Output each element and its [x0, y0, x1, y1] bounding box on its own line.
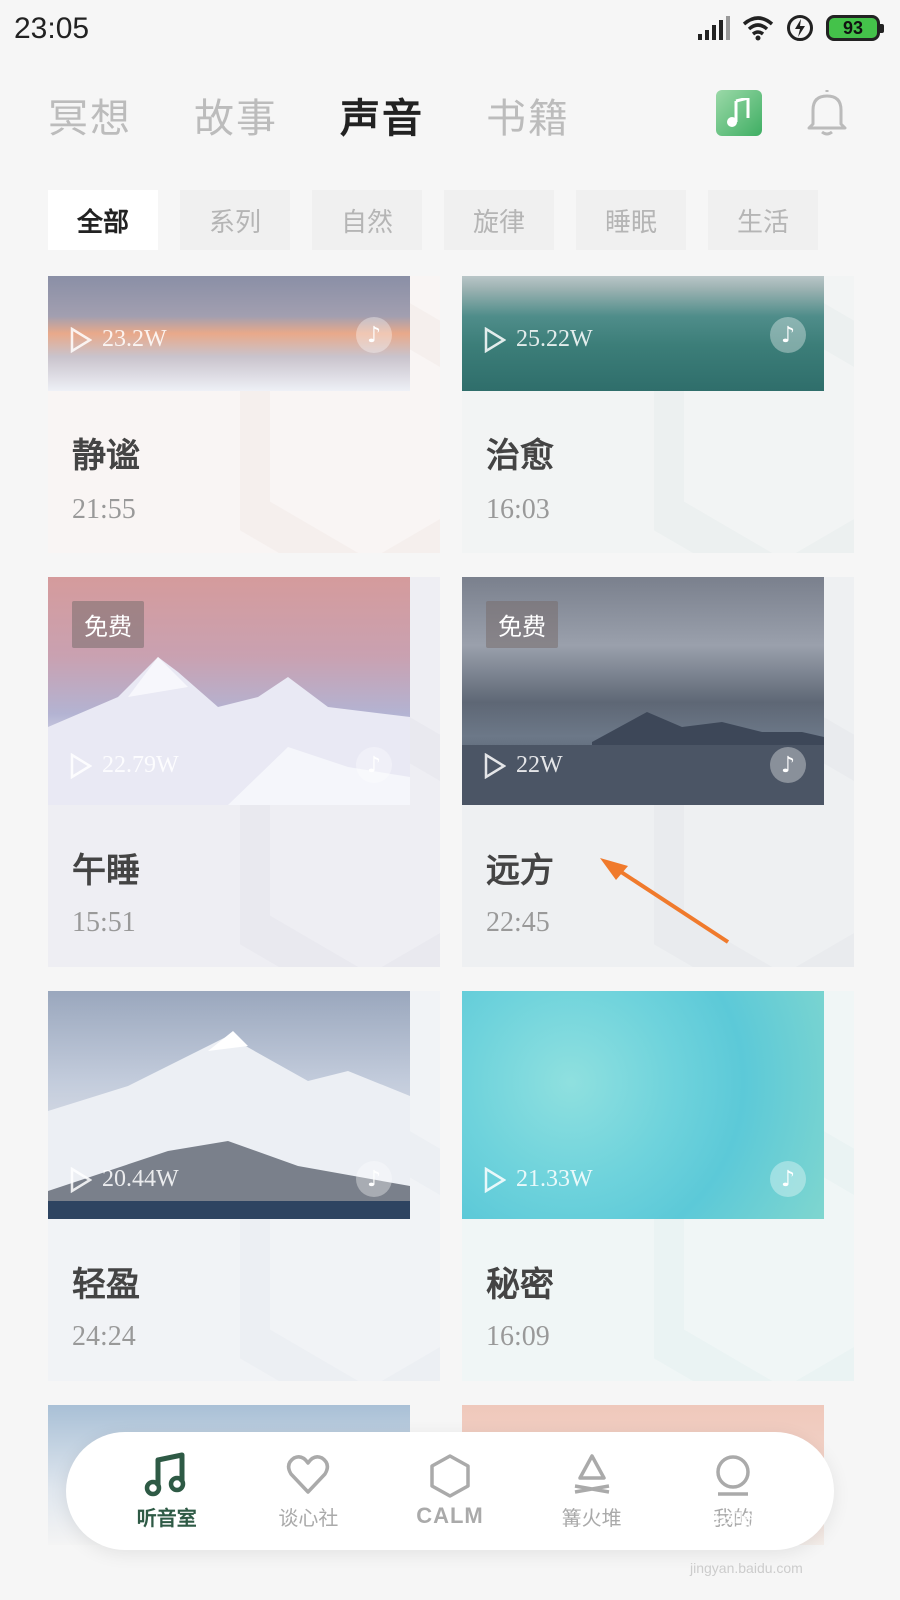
music-note-icon: ♪ [356, 747, 392, 783]
play-icon [484, 752, 506, 779]
play-count-value: 25.22W [516, 326, 593, 352]
filter-all[interactable]: 全部 [48, 190, 158, 250]
filter-series[interactable]: 系列 [180, 190, 290, 250]
wifi-icon [742, 16, 774, 41]
card-thumbnail: 21.33W ♪ [462, 991, 824, 1219]
music-note-icon: ♪ [770, 747, 806, 783]
music-note-icon [727, 98, 750, 127]
watermark-url: jingyan.baidu.com [690, 1560, 803, 1576]
play-count: 22.79W [70, 752, 179, 779]
play-count-value: 22W [516, 752, 563, 778]
status-time: 23:05 [14, 12, 90, 45]
card-duration: 21:55 [72, 494, 136, 525]
nav-label: 篝火堆 [561, 1505, 622, 1530]
play-icon [70, 1166, 92, 1193]
free-badge: 免费 [486, 601, 558, 648]
nav-heart-talk[interactable]: 谈心社 [248, 1452, 368, 1531]
music-note-icon: ♪ [770, 1161, 806, 1197]
card-title: 治愈 [486, 436, 554, 476]
nav-campfire[interactable]: 篝火堆 [532, 1452, 652, 1531]
play-icon [70, 752, 92, 779]
sound-card[interactable]: 25.22W ♪ 治愈 16:03 [462, 276, 854, 553]
signal-icon [698, 16, 730, 40]
status-icons: 93 [698, 14, 884, 42]
music-note-icon: ♪ [356, 317, 392, 353]
watermark: Bai经验 [680, 1510, 756, 1535]
card-thumbnail: 20.44W ♪ [48, 991, 410, 1219]
card-thumbnail: 23.2W ♪ [48, 276, 410, 391]
sound-card[interactable]: 21.33W ♪ 秘密 16:09 [462, 991, 854, 1381]
charging-icon [787, 15, 813, 41]
free-badge: 免费 [72, 601, 144, 648]
card-duration: 16:03 [486, 494, 550, 525]
card-title: 午睡 [72, 851, 140, 891]
filter-nature[interactable]: 自然 [312, 190, 422, 250]
now-playing-button[interactable] [716, 90, 762, 136]
heart-icon [287, 1454, 330, 1494]
sound-card[interactable]: 免费 22.79W ♪ 午睡 15:51 [48, 577, 440, 967]
card-duration: 22:45 [486, 907, 550, 938]
music-note-icon [144, 1452, 186, 1496]
music-note-icon: ♪ [356, 1161, 392, 1197]
tab-meditation[interactable]: 冥想 [48, 86, 132, 144]
play-count: 23.2W [70, 326, 167, 353]
play-count: 21.33W [484, 1166, 593, 1193]
card-duration: 16:09 [486, 1321, 550, 1352]
card-duration: 15:51 [72, 907, 136, 938]
status-bar: 23:05 93 [0, 0, 900, 62]
top-nav: 冥想 故事 声音 书籍 [48, 86, 570, 144]
nav-label: CALM [416, 1503, 484, 1528]
play-count-value: 20.44W [102, 1166, 179, 1192]
play-count-value: 23.2W [102, 326, 167, 352]
card-thumbnail: 免费 22W ♪ [462, 577, 824, 805]
card-title: 远方 [486, 851, 554, 891]
play-count: 20.44W [70, 1166, 179, 1193]
play-count-value: 22.79W [102, 752, 179, 778]
nav-label: 听音室 [136, 1505, 197, 1530]
tab-sounds[interactable]: 声音 [340, 86, 424, 144]
tab-stories[interactable]: 故事 [194, 86, 278, 144]
tab-books[interactable]: 书籍 [486, 86, 570, 144]
card-title: 秘密 [486, 1265, 554, 1305]
card-thumbnail: 免费 22.79W ♪ [48, 577, 410, 805]
profile-icon [716, 1454, 750, 1496]
play-icon [70, 326, 92, 353]
filter-sleep[interactable]: 睡眠 [576, 190, 686, 250]
play-count: 25.22W [484, 326, 593, 353]
bell-icon[interactable] [805, 88, 849, 136]
play-count-value: 21.33W [516, 1166, 593, 1192]
nav-calm[interactable]: CALM [390, 1453, 510, 1529]
card-title: 静谧 [72, 436, 140, 476]
nav-listening-room[interactable]: 听音室 [107, 1452, 227, 1531]
nav-label: 谈心社 [278, 1505, 339, 1530]
hexagon-icon [430, 1454, 470, 1498]
filter-melody[interactable]: 旋律 [444, 190, 554, 250]
filter-life[interactable]: 生活 [708, 190, 818, 250]
campfire-icon [574, 1453, 609, 1494]
category-filters: 全部 系列 自然 旋律 睡眠 生活 [48, 190, 818, 250]
sound-card[interactable]: 23.2W ♪ 静谧 21:55 [48, 276, 440, 553]
sound-card[interactable]: 免费 22W ♪ 远方 22:45 [462, 577, 854, 967]
play-icon [484, 326, 506, 353]
card-thumbnail: 25.22W ♪ [462, 276, 824, 391]
play-count: 22W [484, 752, 563, 779]
music-note-icon: ♪ [770, 317, 806, 353]
battery-indicator: 93 [826, 15, 884, 41]
card-title: 轻盈 [72, 1265, 140, 1305]
sound-card[interactable]: 20.44W ♪ 轻盈 24:24 [48, 991, 440, 1381]
card-duration: 24:24 [72, 1321, 136, 1352]
play-icon [484, 1166, 506, 1193]
